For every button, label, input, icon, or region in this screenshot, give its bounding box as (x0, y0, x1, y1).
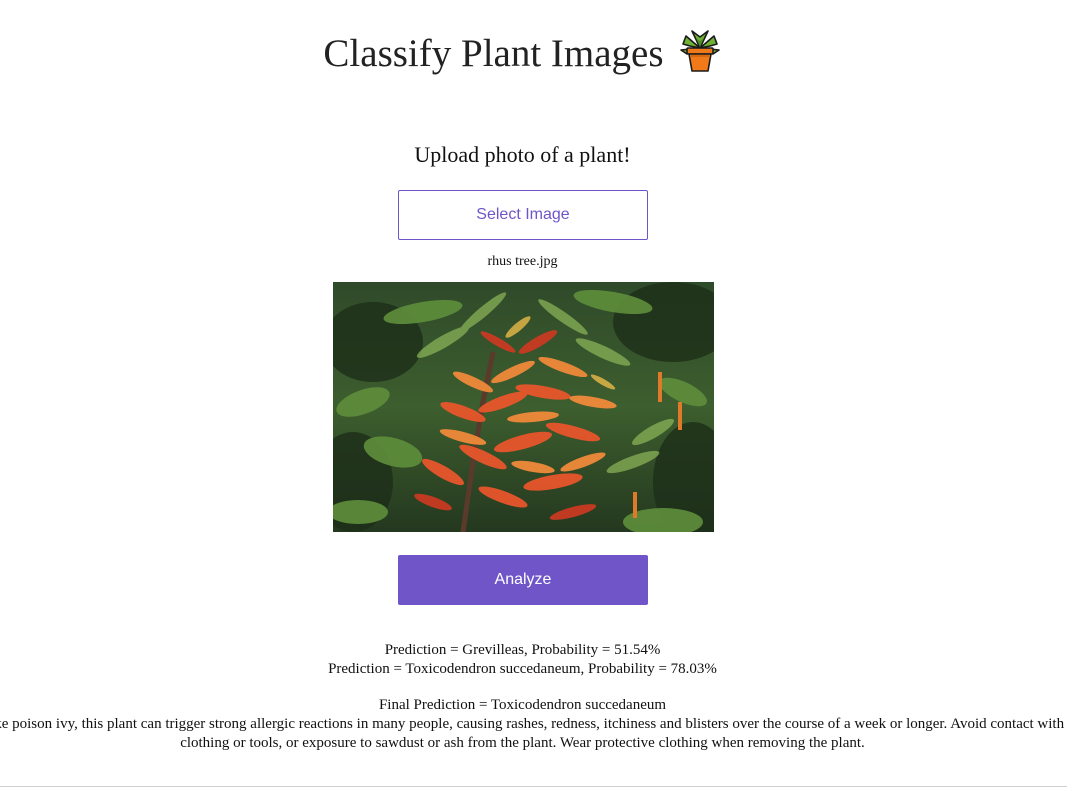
plant-photo-preview (333, 282, 714, 532)
page-title: Classify Plant Images (0, 28, 1045, 78)
plant-description: Like poison ivy, this plant can trigger … (0, 716, 1065, 751)
prediction-line: Prediction = Toxicodendron succedaneum, … (328, 660, 717, 677)
prediction-results: Prediction = Grevilleas, Probability = 5… (0, 641, 1045, 715)
analyze-button[interactable]: Analyze (398, 555, 648, 605)
select-image-button[interactable]: Select Image (398, 190, 648, 240)
selected-filename: rhus tree.jpg (487, 254, 558, 269)
upload-prompt: Upload photo of a plant! (414, 142, 631, 167)
app-page: Classify Plant Images Upload photo of a … (0, 0, 1067, 789)
final-prediction: Final Prediction = Toxicodendron succeda… (378, 697, 667, 713)
prediction-line: Prediction = Grevilleas, Probability = 5… (384, 642, 661, 658)
page-title-text: Classify Plant Images (323, 32, 664, 75)
divider (0, 786, 1067, 787)
potted-plant-icon (678, 28, 722, 74)
